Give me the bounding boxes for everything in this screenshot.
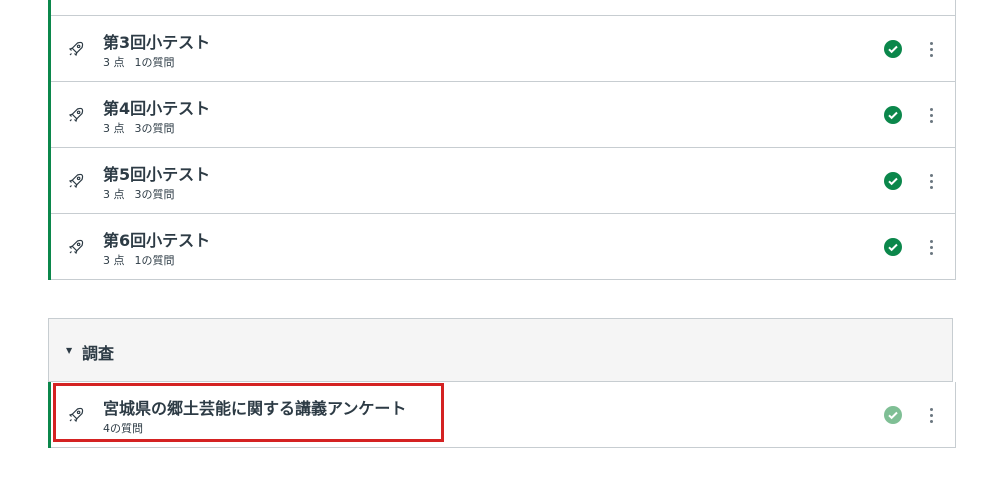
rocket-icon	[68, 41, 84, 57]
quiz-title[interactable]: 第6回小テスト	[103, 227, 210, 251]
quiz-question-count: 1の質問	[134, 254, 175, 267]
quiz-item[interactable]: 第3回小テスト 3 点 1の質問	[51, 16, 956, 82]
quiz-points: 3 点	[103, 122, 125, 135]
quiz-item[interactable]: 第6回小テスト 3 点 1の質問	[51, 214, 956, 280]
quiz-list: 第3回小テスト 3 点 1の質問 第4回小テスト 3 点 3の質問 第5回小テスト …	[48, 0, 956, 280]
published-check-icon[interactable]	[884, 172, 902, 190]
kebab-menu-icon[interactable]	[924, 405, 938, 425]
quiz-item[interactable]: 第4回小テスト 3 点 3の質問	[51, 82, 956, 148]
quiz-meta: 3 点 3の質問	[103, 186, 175, 202]
quiz-question-count: 3の質問	[134, 122, 175, 135]
quiz-item[interactable]: 第5回小テスト 3 点 3の質問	[51, 148, 956, 214]
quiz-points: 3 点	[103, 56, 125, 69]
caret-down-icon[interactable]: ▼	[66, 346, 72, 355]
published-check-icon[interactable]	[884, 106, 902, 124]
kebab-menu-icon[interactable]	[924, 105, 938, 125]
survey-question-count: 4の質問	[103, 422, 143, 435]
quiz-title[interactable]: 第4回小テスト	[103, 95, 210, 119]
kebab-menu-icon[interactable]	[924, 171, 938, 191]
published-check-icon[interactable]	[884, 406, 902, 424]
quiz-points: 3 点	[103, 188, 125, 201]
section-title: 調査	[82, 344, 115, 363]
survey-list: 宮城県の郷土芸能に関する講義アンケート 4の質問	[48, 382, 956, 448]
published-check-icon[interactable]	[884, 238, 902, 256]
survey-section-header[interactable]: ▼ 調査	[48, 318, 953, 382]
quiz-points: 3 点	[103, 254, 125, 267]
survey-item[interactable]: 宮城県の郷土芸能に関する講義アンケート 4の質問	[51, 382, 956, 448]
quiz-meta: 3 点 3の質問	[103, 120, 175, 136]
quiz-question-count: 3の質問	[134, 188, 175, 201]
quiz-question-count: 1の質問	[134, 56, 175, 69]
rocket-icon	[68, 173, 84, 189]
kebab-menu-icon[interactable]	[924, 39, 938, 59]
survey-title[interactable]: 宮城県の郷土芸能に関する講義アンケート	[103, 395, 406, 419]
survey-meta: 4の質問	[103, 420, 143, 436]
rocket-icon	[68, 239, 84, 255]
quiz-title[interactable]: 第3回小テスト	[103, 29, 210, 53]
list-item-partial	[51, 0, 956, 16]
kebab-menu-icon[interactable]	[924, 237, 938, 257]
published-check-icon[interactable]	[884, 40, 902, 58]
rocket-icon	[68, 107, 84, 123]
quiz-meta: 3 点 1の質問	[103, 54, 175, 70]
quiz-title[interactable]: 第5回小テスト	[103, 161, 210, 185]
rocket-icon	[68, 407, 84, 423]
quiz-meta: 3 点 1の質問	[103, 252, 175, 268]
